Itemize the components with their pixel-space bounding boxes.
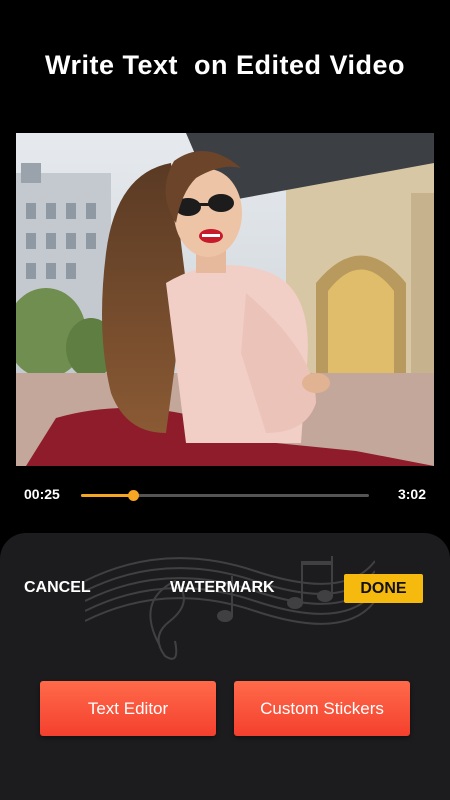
editor-action-row: CANCEL WATERMARK DONE — [0, 573, 450, 605]
video-frame-image — [16, 133, 434, 466]
headline: Write Text on Edited Video — [44, 50, 406, 80]
panel-title: WATERMARK — [170, 579, 275, 596]
text-editor-button[interactable]: Text Editor — [40, 681, 216, 736]
cancel-button[interactable]: CANCEL — [24, 579, 91, 597]
total-time: 3:02 — [397, 486, 426, 502]
music-notes-decoration-icon — [85, 556, 375, 660]
video-preview[interactable] — [16, 133, 434, 466]
custom-stickers-button[interactable]: Custom Stickers — [234, 681, 410, 736]
playback-timeline: 00:25 3:02 — [0, 482, 450, 508]
editor-panel: CANCEL WATERMARK DONE Text Editor Custom… — [0, 533, 450, 800]
seek-bar-thumb[interactable] — [127, 490, 139, 501]
done-button[interactable]: DONE — [344, 574, 423, 603]
seek-bar[interactable] — [81, 490, 369, 501]
seek-bar-progress — [81, 494, 133, 497]
current-time: 00:25 — [24, 486, 60, 502]
